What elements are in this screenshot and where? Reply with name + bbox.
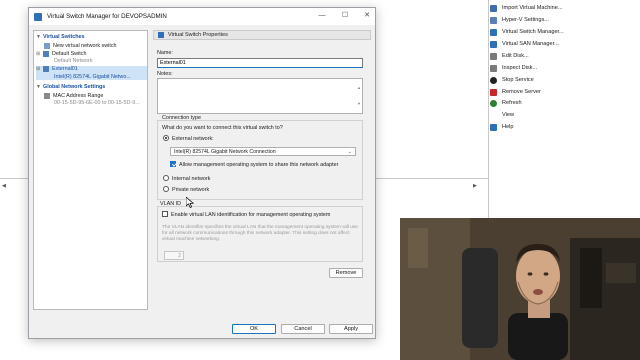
vlan-id-group: VLAN ID Enable virtual LAN identificatio… (157, 201, 363, 262)
enable-vlan-label: Enable virtual LAN identification for ma… (171, 212, 331, 218)
switch-icon (43, 51, 49, 57)
allow-management-os-checkbox[interactable] (170, 161, 176, 167)
action-refresh[interactable]: Refresh (490, 98, 522, 109)
action-virtual-switch-manager[interactable]: Virtual Switch Manager... (490, 27, 564, 38)
refresh-icon (490, 100, 497, 107)
expand-icon[interactable]: ⊞ (36, 51, 42, 57)
stop-icon (490, 77, 497, 84)
action-stop-service[interactable]: Stop Service (490, 75, 534, 86)
app-icon (34, 12, 42, 21)
private-network-label: Private network (172, 187, 210, 193)
private-network-radio[interactable] (163, 186, 169, 192)
remove-icon (490, 89, 497, 96)
settings-icon (490, 17, 497, 24)
cursor-arrow-icon (185, 196, 195, 208)
vlan-id-input[interactable]: 2 (164, 251, 184, 260)
action-inspect-disk[interactable]: Inspect Disk... (490, 63, 537, 74)
notes-label: Notes: (157, 71, 173, 77)
tree-header-global-network-settings[interactable]: ▼ Global Network Settings (36, 83, 105, 91)
scroll-right-icon[interactable]: ▶ (473, 183, 477, 189)
help-icon (490, 124, 497, 131)
new-switch-icon (44, 43, 50, 49)
tree-header-virtual-switches[interactable]: ▼ Virtual Switches (36, 33, 85, 41)
action-edit-disk[interactable]: Edit Disk... (490, 51, 529, 62)
chevron-down-icon: ⌄ (347, 149, 352, 155)
connection-type-group: Connection type What do you want to conn… (157, 115, 363, 200)
enable-vlan-checkbox[interactable] (162, 211, 168, 217)
action-hyper-v-settings[interactable]: Hyper-V Settings... (490, 15, 549, 26)
action-virtual-san-manager[interactable]: Virtual SAN Manager... (490, 39, 559, 50)
edit-disk-icon (490, 53, 497, 60)
collapse-icon[interactable]: ▼ (36, 84, 42, 90)
san-icon (490, 41, 497, 48)
external-network-radio[interactable] (163, 135, 169, 141)
tree-item-external01-sub: Intel(R) 82574L Gigabit Netwo... (54, 74, 131, 80)
import-icon (490, 5, 497, 12)
vlan-description: The VLAN identifier specifies the virtua… (162, 225, 358, 242)
properties-header: Virtual Switch Properties (153, 30, 371, 40)
scrollbar[interactable]: ▲ ▼ (357, 80, 361, 112)
switch-icon (158, 32, 164, 38)
minimize-button[interactable]: — (316, 11, 328, 21)
collapse-icon[interactable]: ▼ (36, 34, 42, 40)
actions-pane: Import Virtual Machine... Hyper-V Settin… (488, 0, 640, 140)
action-help[interactable]: Help (490, 122, 514, 133)
name-label: Name: (157, 50, 173, 56)
scroll-left-icon[interactable]: ◀ (2, 183, 6, 189)
external-adapter-select[interactable]: Intel(R) 82574L Gigabit Network Connecti… (170, 147, 356, 156)
webcam-image (400, 218, 640, 360)
dialog-title: Virtual Switch Manager for DEVOPSADMIN (47, 13, 167, 20)
cancel-button[interactable]: Cancel (281, 324, 325, 334)
connection-question: What do you want to connect this virtual… (162, 125, 283, 131)
internal-network-label: Internal network (172, 176, 211, 182)
allow-management-os-label: Allow management operating system to sha… (179, 162, 339, 168)
action-view[interactable]: View (490, 110, 514, 121)
action-remove-server[interactable]: Remove Server (490, 87, 541, 98)
remove-button[interactable]: Remove (329, 268, 363, 278)
connection-type-label: Connection type (162, 115, 201, 121)
tree-item-new-switch[interactable]: New virtual network switch (44, 42, 117, 50)
ok-button[interactable]: OK (232, 324, 276, 334)
external-network-label: External network: (172, 136, 214, 142)
mac-address-icon (44, 93, 50, 99)
action-import-virtual-machine[interactable]: Import Virtual Machine... (490, 3, 563, 14)
switch-icon (43, 66, 49, 72)
webcam-overlay (400, 218, 640, 360)
notes-textarea[interactable]: ▲ ▼ (157, 78, 363, 114)
maximize-button[interactable]: ☐ (339, 11, 351, 21)
switch-name-input[interactable] (157, 58, 363, 68)
switch-icon (490, 29, 497, 36)
apply-button[interactable]: Apply (329, 324, 373, 334)
dialog-titlebar[interactable]: Virtual Switch Manager for DEVOPSADMIN —… (29, 8, 375, 25)
vlan-id-label: VLAN ID (160, 201, 181, 207)
switch-properties-panel: Virtual Switch Properties Name: Notes: ▲… (153, 30, 373, 310)
tree-item-mac-range-sub: 00-15-5D-95-6E-00 to 00-15-5D-9... (54, 100, 140, 106)
expand-icon[interactable]: ⊞ (36, 66, 42, 72)
internal-network-radio[interactable] (163, 175, 169, 181)
close-button[interactable]: ✕ (361, 11, 373, 21)
virtual-switch-manager-dialog: Virtual Switch Manager for DEVOPSADMIN —… (28, 7, 376, 339)
inspect-disk-icon (490, 65, 497, 72)
tree-item-default-switch-sub: Default Network (54, 58, 93, 64)
switch-tree: ▼ Virtual Switches New virtual network s… (33, 30, 148, 310)
